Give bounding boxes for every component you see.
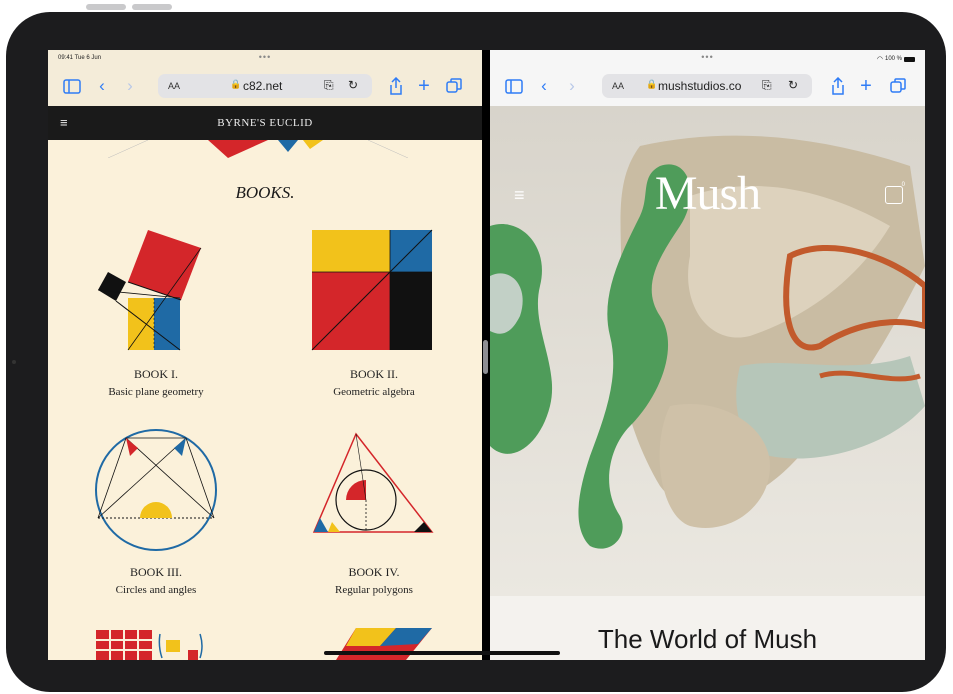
book-card[interactable]: BOOK IV. Regular polygons: [274, 426, 474, 596]
new-tab-icon[interactable]: +: [856, 75, 876, 97]
book-card[interactable]: BOOK III. Circles and angles: [56, 426, 256, 596]
reader-icon[interactable]: ⎘: [324, 78, 334, 93]
battery-icon: [904, 56, 915, 62]
volume-button: [132, 4, 172, 10]
site-header: ≡ BYRNE'S EUCLID: [48, 106, 482, 140]
status-bar: ••• ◠ 100 %: [490, 50, 925, 66]
decorative-banner: [107, 140, 409, 158]
battery-percent: 100 %: [884, 56, 902, 62]
forward-icon[interactable]: ›: [562, 76, 582, 96]
volume-button: [86, 4, 126, 10]
tabs-overview-icon[interactable]: [888, 76, 908, 96]
status-bar: 09:41 Tue 6 Jun •••: [48, 50, 482, 66]
back-icon[interactable]: ‹: [92, 76, 112, 96]
sidebar-icon[interactable]: [504, 76, 524, 96]
back-icon[interactable]: ‹: [534, 76, 554, 96]
ipad-screen: 09:41 Tue 6 Jun ••• ‹ › AA 🔒 c82.net ⎘ ↻…: [48, 50, 925, 660]
url-text[interactable]: c82.net: [243, 79, 282, 93]
camera-dot: [12, 360, 16, 364]
books-heading: BOOKS.: [235, 183, 295, 202]
site-logo[interactable]: Mush: [490, 166, 925, 221]
status-time: 09:41 Tue 6 Jun: [58, 55, 102, 61]
lock-icon: 🔒: [646, 79, 658, 89]
book-1-diagram: [97, 230, 202, 351]
multitasking-dots[interactable]: •••: [701, 52, 713, 62]
url-text[interactable]: mushstudios.co: [658, 79, 741, 93]
book-3-diagram: [95, 429, 217, 551]
tabs-overview-icon[interactable]: [444, 76, 464, 96]
wifi-icon: ◠: [876, 56, 883, 63]
share-icon[interactable]: [828, 76, 848, 96]
book-4-title: BOOK IV.: [348, 565, 400, 579]
reload-icon[interactable]: ↻: [348, 78, 358, 92]
right-safari-pane[interactable]: ••• ◠ 100 % ‹ › AA 🔒 mushstudios.co ⎘ ↻: [490, 50, 925, 660]
book-2-title: BOOK II.: [350, 367, 398, 381]
cart-count: 0: [901, 182, 905, 188]
lock-icon: 🔒: [230, 79, 242, 89]
text-size-button[interactable]: AA: [612, 81, 624, 91]
book-card[interactable]: BOOK I. Basic plane geometry: [56, 228, 256, 398]
book-4-diagram: [312, 432, 434, 533]
hero-image: ≡ Mush 0: [490, 106, 925, 596]
book-3-title: BOOK III.: [130, 565, 182, 579]
multitasking-dots[interactable]: •••: [259, 52, 271, 62]
address-bar[interactable]: AA 🔒 mushstudios.co ⎘ ↻: [602, 74, 812, 98]
book-2-diagram: [311, 229, 433, 351]
safari-toolbar: ‹ › AA 🔒 mushstudios.co ⎘ ↻ +: [490, 66, 925, 106]
battery-status: ◠ 100 %: [877, 55, 915, 63]
book-2-subtitle: Geometric algebra: [333, 386, 415, 398]
book-5-diagram-partial: [96, 630, 203, 660]
address-bar[interactable]: AA 🔒 c82.net ⎘ ↻: [158, 74, 372, 98]
site-title: BYRNE'S EUCLID: [217, 117, 313, 129]
safari-toolbar: ‹ › AA 🔒 c82.net ⎘ ↻ +: [48, 66, 482, 106]
book-1-subtitle: Basic plane geometry: [108, 386, 204, 398]
sidebar-icon[interactable]: [62, 76, 82, 96]
book-3-subtitle: Circles and angles: [115, 584, 197, 596]
forward-icon[interactable]: ›: [120, 76, 140, 96]
text-size-button[interactable]: AA: [168, 81, 180, 91]
home-indicator[interactable]: [324, 651, 560, 655]
book-1-title: BOOK I.: [134, 367, 178, 381]
split-view-handle[interactable]: [483, 340, 488, 374]
left-safari-pane[interactable]: 09:41 Tue 6 Jun ••• ‹ › AA 🔒 c82.net ⎘ ↻…: [48, 50, 482, 660]
share-icon[interactable]: [386, 76, 406, 96]
new-tab-icon[interactable]: +: [414, 75, 434, 97]
reload-icon[interactable]: ↻: [788, 78, 798, 92]
book-4-subtitle: Regular polygons: [335, 584, 413, 596]
reader-icon[interactable]: ⎘: [762, 78, 772, 93]
cart-icon[interactable]: [885, 186, 903, 204]
book-card[interactable]: BOOK II. Geometric algebra: [274, 228, 474, 398]
